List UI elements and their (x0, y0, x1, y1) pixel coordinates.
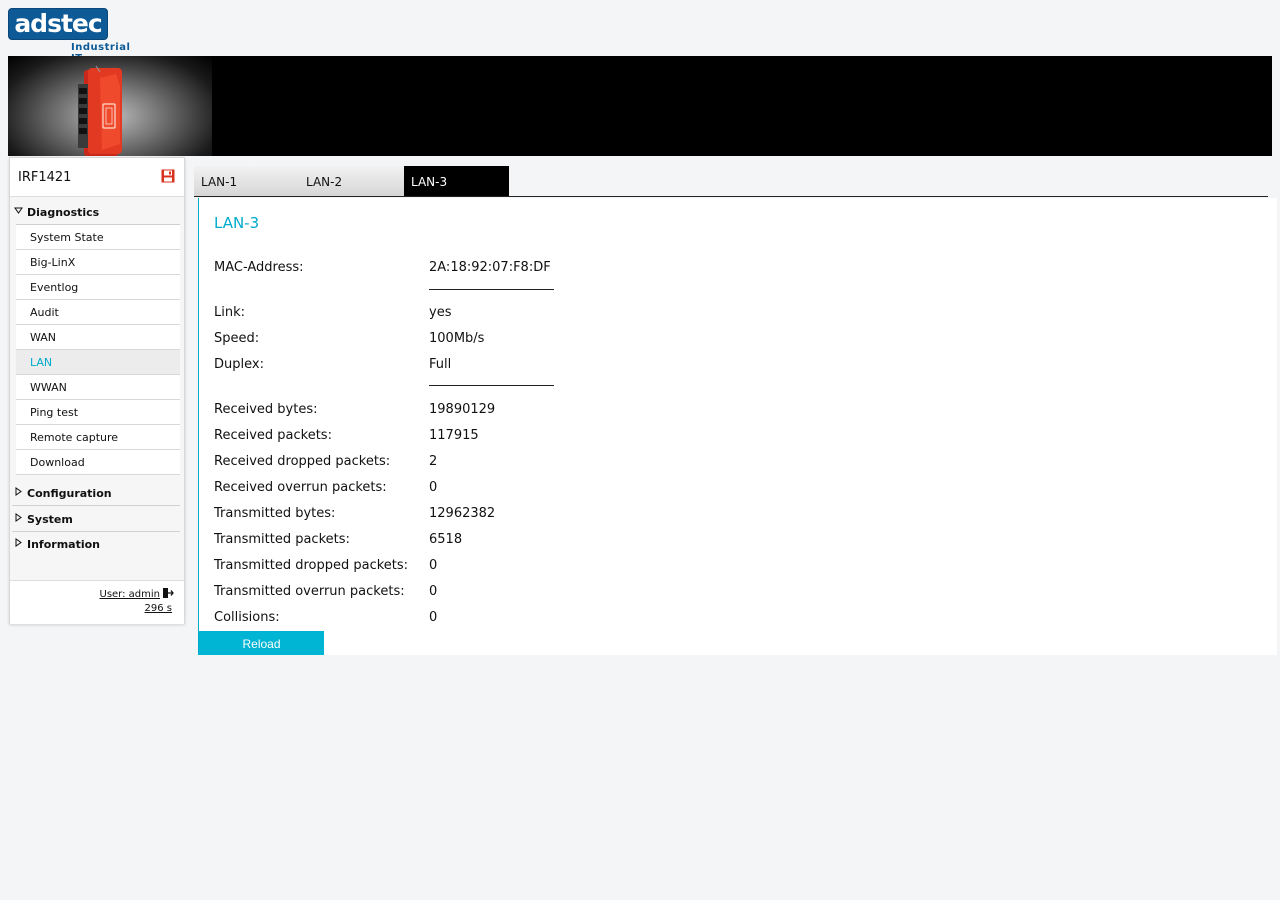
sidebar-item-wan[interactable]: WAN (16, 325, 180, 350)
sidebar-item-label: System State (30, 231, 104, 244)
sidebar-item-label: Ping test (30, 406, 79, 419)
nav-section-label: Diagnostics (27, 206, 100, 219)
tab-lan-1[interactable]: LAN-1 (194, 166, 299, 196)
chevron-down-icon (14, 207, 23, 214)
duplex-label: Duplex: (214, 357, 264, 372)
logout-icon[interactable] (162, 587, 174, 599)
stat-label: Collisions: (214, 610, 280, 625)
stat-label: Transmitted dropped packets: (214, 558, 409, 573)
logo-wordmark: adstec (8, 8, 108, 40)
tab-label: LAN-3 (411, 175, 448, 189)
brand-logo: adstec Industrial IT (8, 8, 138, 64)
nav-section-information[interactable]: Information (12, 532, 180, 556)
stat-value: 12962382 (429, 506, 496, 521)
sidebar-item-ping-test[interactable]: Ping test (16, 400, 180, 425)
sidebar-item-label: LAN (30, 356, 53, 369)
tab-label: LAN-2 (306, 175, 343, 189)
stat-label: Transmitted bytes: (214, 506, 336, 521)
sidebar-item-label: Eventlog (30, 281, 79, 294)
user-link[interactable]: User: admin (100, 589, 161, 600)
nav-section-label: Configuration (27, 487, 112, 500)
router-device-image (78, 65, 122, 156)
sidebar-item-label: Remote capture (30, 431, 119, 444)
sidebar-item-remote-capture[interactable]: Remote capture (16, 425, 180, 450)
nav-section-diagnostics[interactable]: Diagnostics (12, 200, 180, 224)
tab-lan-3[interactable]: LAN-3 (404, 166, 509, 196)
stat-label: Received bytes: (214, 402, 318, 417)
sidebar-item-wwan[interactable]: WWAN (16, 375, 180, 400)
mac-label: MAC-Address: (214, 260, 304, 275)
chevron-right-icon (15, 487, 22, 496)
sidebar-item-label: WAN (30, 331, 57, 344)
save-icon[interactable] (161, 169, 175, 183)
stat-value: 19890129 (429, 402, 496, 417)
sidebar-item-label: Big-LinX (30, 256, 76, 269)
user-session-box: User: admin 296 s (10, 580, 184, 624)
tab-label: LAN-1 (201, 175, 238, 189)
stat-value: 2 (429, 454, 438, 469)
stat-value: 0 (429, 584, 438, 599)
link-value: yes (429, 305, 452, 320)
stat-value: 117915 (429, 428, 479, 443)
chevron-right-icon (15, 513, 22, 522)
nav-section-configuration[interactable]: Configuration (12, 481, 180, 506)
session-timer: 296 s (144, 603, 172, 614)
duplex-value: Full (429, 357, 452, 372)
stat-label: Transmitted overrun packets: (214, 584, 405, 599)
sidebar-item-system-state[interactable]: System State (16, 225, 180, 250)
lan-detail-panel: LAN-3 MAC-Address: 2A:18:92:07:F8:DF Lin… (198, 198, 1277, 655)
tab-underline (194, 196, 1268, 197)
header-banner (8, 56, 1272, 156)
speed-label: Speed: (214, 331, 260, 346)
divider (429, 385, 554, 386)
link-label: Link: (214, 305, 246, 320)
stat-value: 0 (429, 480, 438, 495)
sidebar-item-label: Download (30, 456, 85, 469)
divider (429, 289, 554, 290)
reload-button[interactable]: Reload (199, 631, 324, 655)
sidebar: IRF1421 Diagnostics System State Big-Lin… (9, 157, 185, 624)
mac-value: 2A:18:92:07:F8:DF (429, 260, 551, 275)
nav-section-system[interactable]: System (12, 507, 180, 532)
sidebar-item-lan[interactable]: LAN (16, 350, 180, 375)
sidebar-item-label: Audit (30, 306, 59, 319)
stat-value: 6518 (429, 532, 463, 547)
nav-section-label: System (27, 513, 73, 526)
device-header: IRF1421 (10, 158, 184, 197)
chevron-right-icon (15, 538, 22, 547)
tab-lan-2[interactable]: LAN-2 (299, 166, 404, 196)
stat-label: Transmitted packets: (214, 532, 350, 547)
device-name: IRF1421 (18, 170, 72, 185)
stat-value: 0 (429, 610, 438, 625)
sidebar-item-audit[interactable]: Audit (16, 300, 180, 325)
stat-value: 0 (429, 558, 438, 573)
sidebar-item-big-linx[interactable]: Big-LinX (16, 250, 180, 275)
page-title: LAN-3 (214, 214, 260, 232)
sidebar-item-download[interactable]: Download (16, 450, 180, 475)
nav-section-label: Information (27, 538, 100, 551)
sidebar-item-eventlog[interactable]: Eventlog (16, 275, 180, 300)
stat-label: Received packets: (214, 428, 332, 443)
stat-label: Received dropped packets: (214, 454, 391, 469)
sidebar-item-label: WWAN (30, 381, 67, 394)
speed-value: 100Mb/s (429, 331, 485, 346)
stat-label: Received overrun packets: (214, 480, 387, 495)
